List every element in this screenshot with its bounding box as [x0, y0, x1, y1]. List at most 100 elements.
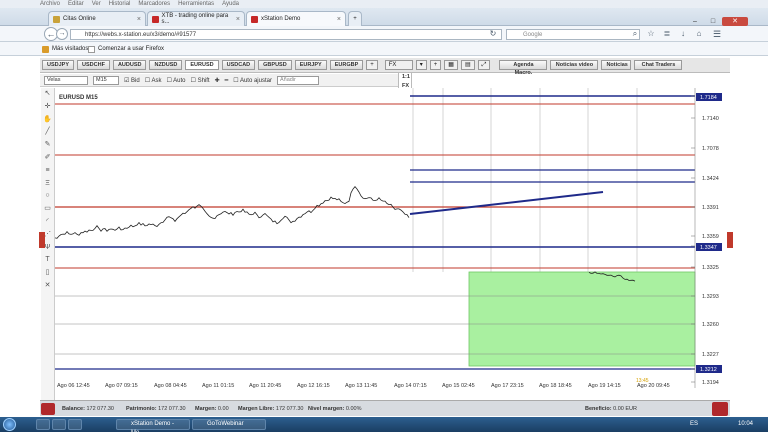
grid-icon[interactable]: ▤ [460, 60, 475, 70]
checkbox-shift[interactable]: ☐ Shift [191, 77, 210, 84]
arc-tool-icon[interactable]: ◜ [41, 216, 54, 229]
symbol-tab-usdcad[interactable]: USDCAD [221, 60, 256, 70]
symbol-tab-audusd[interactable]: AUDUSD [112, 60, 147, 70]
left-panel-toggle-icon[interactable] [39, 232, 45, 248]
settings-gear-icon[interactable] [712, 402, 728, 416]
download-icon[interactable]: ↓ [678, 29, 688, 39]
patrimonio-value: 172 077.30 [158, 406, 186, 412]
text-tool-icon[interactable]: T [41, 254, 54, 267]
new-tab-button[interactable]: + [348, 11, 362, 26]
menu-ver[interactable]: Ver [92, 0, 101, 8]
start-orb-icon[interactable] [3, 418, 16, 431]
patrimonio-item: Patrimonio: 172 077.30 [126, 401, 186, 417]
price-tick-label: 1.3424 [702, 176, 719, 182]
crosshair-tool-icon[interactable]: ✛ [41, 101, 54, 114]
delete-tool-icon[interactable]: ✕ [41, 280, 54, 293]
checkbox-auto[interactable]: ☐ Auto [166, 77, 185, 84]
symbol-tab-eurjpy[interactable]: EURJPY [294, 60, 327, 70]
symbol-tab-gbpusd[interactable]: GBPUSD [258, 60, 292, 70]
taskbar-explorer-icon[interactable] [52, 419, 66, 430]
pencil-tool-icon[interactable]: ✎ [41, 139, 54, 152]
windows-taskbar: xStation Demo - Mo... GoToWebinar ES 10:… [0, 417, 768, 436]
menu-square-icon[interactable] [41, 403, 55, 415]
ellipse-tool-icon[interactable]: ○ [41, 190, 54, 203]
balance-label: Balance: [62, 406, 85, 412]
maximize-icon[interactable]: □ [704, 17, 722, 26]
bookmark-star-icon[interactable]: ☆ [646, 29, 656, 39]
margen-libre-label: Margen Libre: [238, 406, 275, 412]
checkbox-ask[interactable]: ☐ Ask [145, 77, 162, 84]
symbol-tab-eurusd[interactable]: EURUSD [185, 60, 219, 70]
bookmark-comenzar[interactable]: Comenzar a usar Firefox [88, 42, 164, 56]
taskbar-ie-icon[interactable] [36, 419, 50, 430]
menu-editar[interactable]: Editar [68, 0, 84, 8]
url-field[interactable]: https://webs.x-station.eu/x3/demo/#91577 [70, 29, 502, 40]
taskbar-gotowebinar[interactable]: GoToWebinar [192, 419, 266, 430]
right-panel-toggle-icon[interactable] [727, 232, 733, 248]
menu-historial[interactable]: Historial [109, 0, 131, 8]
fibonacci-tool-icon[interactable]: Ξ [41, 178, 54, 191]
label-tool-icon[interactable]: ▯ [41, 267, 54, 280]
app-noticias-video[interactable]: Noticias video [550, 60, 599, 70]
brush-tool-icon[interactable]: ✐ [41, 152, 54, 165]
checkbox-bid[interactable]: ☑ Bid [124, 77, 140, 84]
dropdown-arrow-icon[interactable]: ▾ [415, 60, 427, 70]
taskbar-xstation[interactable]: xStation Demo - Mo... [116, 419, 190, 436]
tab-favicon-icon [53, 15, 60, 23]
channel-tool-icon[interactable]: ≡ [41, 165, 54, 178]
dropdown-item[interactable]: 1:1 [402, 73, 411, 82]
balance-value: 172 077.30 [86, 406, 114, 412]
cursor-tool-icon[interactable]: ↖ [41, 88, 54, 101]
reload-icon[interactable]: ↻ [488, 29, 498, 39]
taskbar-firefox-icon[interactable] [68, 419, 82, 430]
line-tool-icon[interactable]: ╱ [41, 126, 54, 139]
hand-tool-icon[interactable]: ✋ [41, 114, 54, 127]
symbol-tab-usdjpy[interactable]: USDJPY [42, 60, 75, 70]
checkbox-auto-adjust[interactable]: ☐ Auto ajustar [233, 77, 272, 84]
menu-ayuda[interactable]: Ayuda [222, 0, 239, 8]
app-agenda-macro[interactable]: Agenda Macro. [499, 60, 548, 76]
add-symbol-button[interactable]: + [366, 60, 378, 70]
add-indicator-input[interactable]: Añadir [276, 75, 319, 85]
search-input[interactable]: Google [506, 29, 640, 40]
menu-herramientas[interactable]: Herramientas [178, 0, 214, 8]
symbol-tab-usdchf[interactable]: USDCHF [77, 60, 110, 70]
chart-type-select[interactable]: Velas [44, 75, 88, 85]
app-chat-traders[interactable]: Chat Traders [634, 60, 683, 70]
hamburger-menu-icon[interactable]: ☰ [712, 29, 722, 39]
interval-select[interactable]: M15 [93, 75, 119, 85]
close-tab-icon[interactable]: × [337, 16, 341, 23]
tab-bar: Citas Online × XTB - trading online para… [0, 8, 768, 26]
minimize-icon[interactable]: – [686, 17, 704, 26]
bookmark-mas-visitados[interactable]: Más visitados [42, 42, 88, 56]
fx-select[interactable]: FX [384, 60, 413, 70]
close-tab-icon[interactable]: × [137, 16, 141, 23]
tab-citas-online[interactable]: Citas Online × [48, 11, 146, 26]
close-tab-icon[interactable]: × [236, 16, 240, 23]
close-window-icon[interactable]: ✕ [722, 17, 748, 26]
menu-marcadores[interactable]: Marcadores [138, 0, 170, 8]
layout-icon[interactable]: ▦ [444, 60, 458, 70]
menu-archivo[interactable]: Archivo [40, 0, 60, 8]
home-icon[interactable]: ⌂ [694, 29, 704, 39]
bookmarks-bar: Más visitados Comenzar a usar Firefox [0, 42, 768, 56]
language-indicator[interactable]: ES [690, 421, 698, 427]
symbol-tab-eurgbp[interactable]: EURGBP [329, 60, 364, 70]
search-icon[interactable]: ⌕ [630, 29, 640, 39]
forward-icon[interactable]: → [56, 28, 68, 40]
add-chart-button[interactable]: + [429, 60, 442, 70]
tab-xtb[interactable]: XTB - trading online para s... × [147, 11, 245, 26]
price-chart[interactable]: EURUSD M15 1.7184 1.7140 1.7078 1.3424 1.339… [55, 88, 730, 388]
auto-label: Auto [173, 77, 186, 84]
zoom-in-icon[interactable]: ✚ [215, 77, 220, 84]
time-tick-label: Ago 14 07:15 [394, 383, 427, 388]
bookmarks-list-icon[interactable]: ≣ [662, 29, 672, 39]
tab-xstation-demo[interactable]: xStation Demo × [246, 11, 346, 26]
time-tick-label: Ago 06 12:45 [57, 383, 90, 388]
zoom-out-icon[interactable]: ━ [225, 77, 229, 84]
fullscreen-icon[interactable]: ⤢ [477, 60, 491, 70]
symbol-tab-nzdusd[interactable]: NZDUSD [149, 60, 183, 70]
app-noticias[interactable]: Noticias [601, 60, 632, 70]
price-tick-label: 1.7140 [702, 116, 719, 122]
rectangle-tool-icon[interactable]: ▭ [41, 203, 54, 216]
